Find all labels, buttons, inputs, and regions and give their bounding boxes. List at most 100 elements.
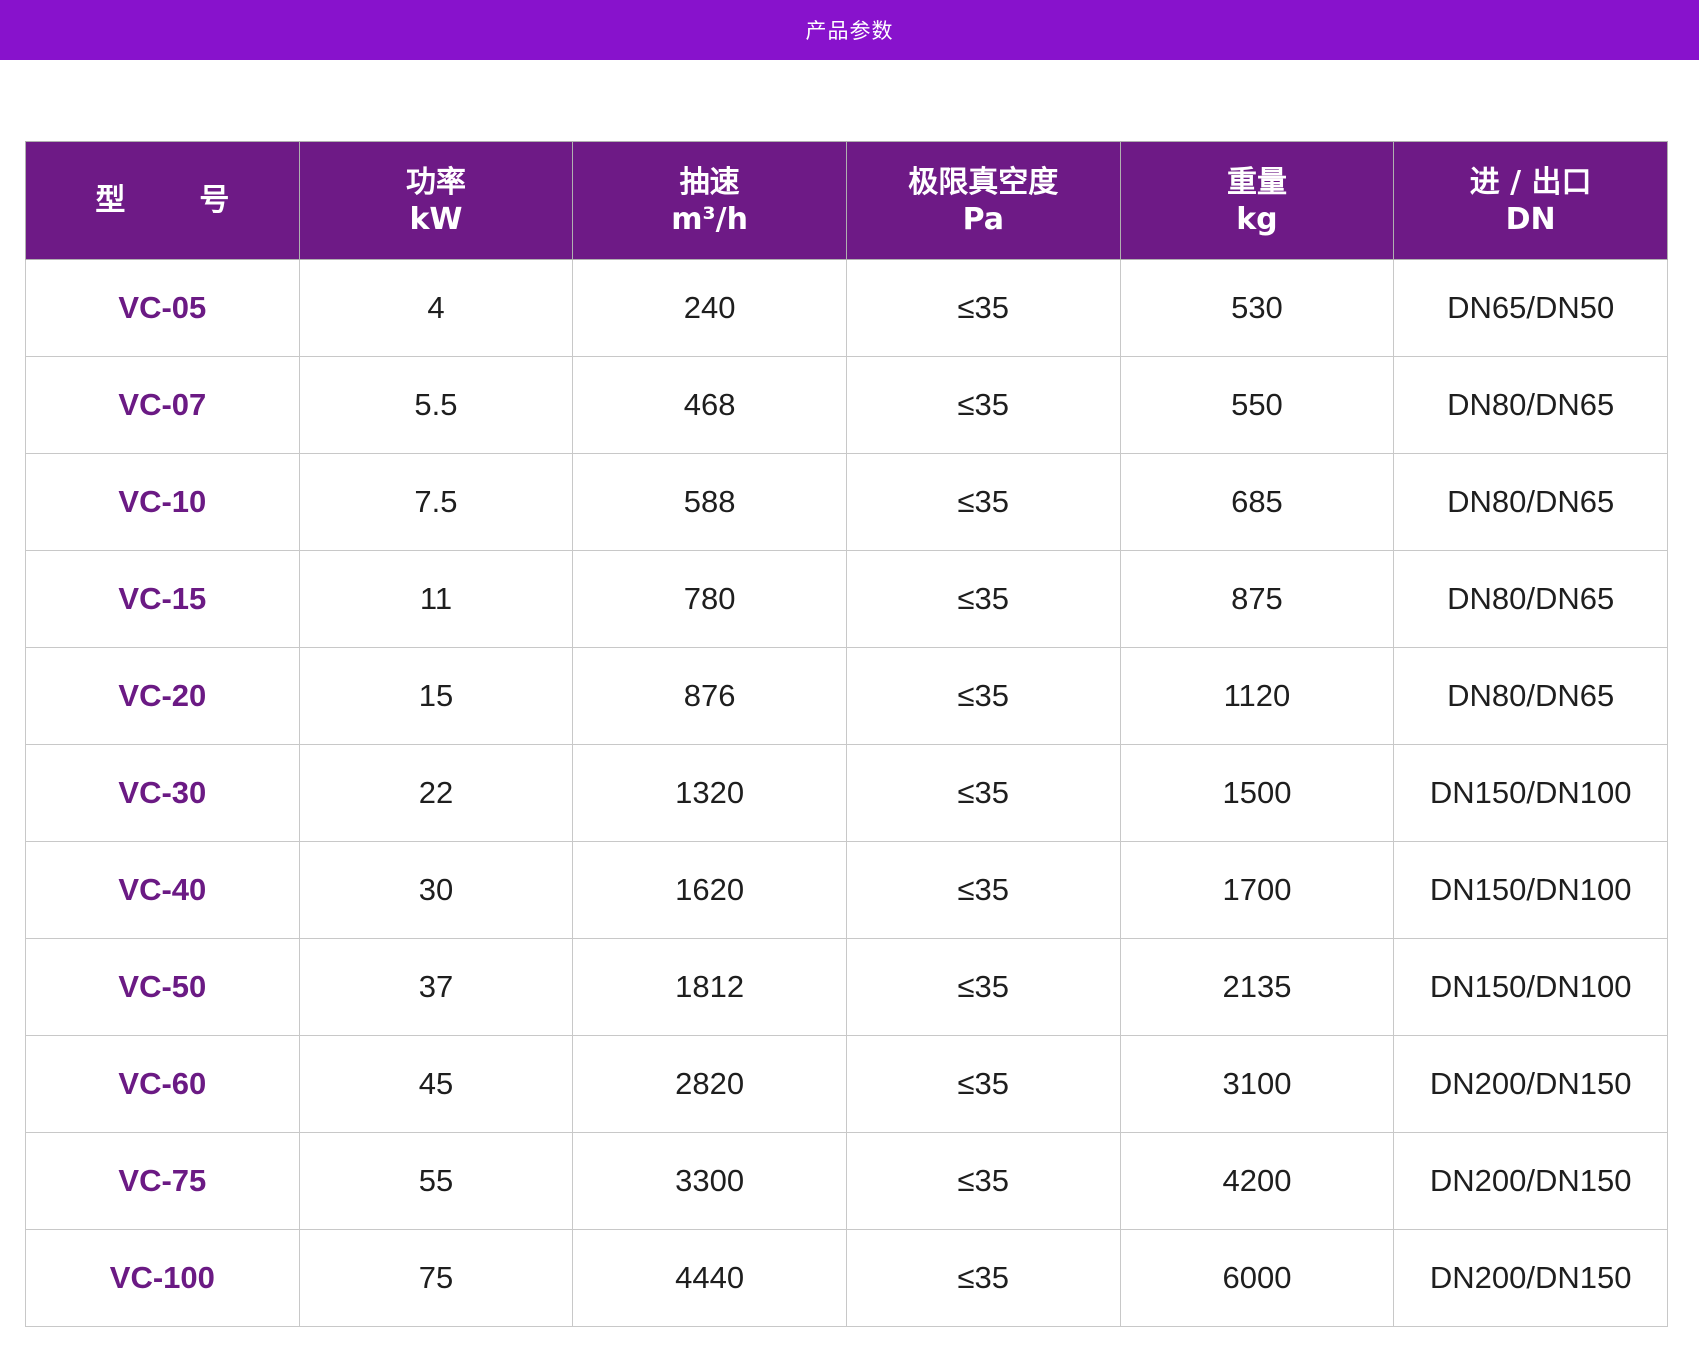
port-cell: DN150/DN100 xyxy=(1393,744,1668,842)
model-cell: VC-60 xyxy=(25,1035,300,1133)
vacuum-cell: ≤35 xyxy=(845,1035,1121,1133)
column-header-unit: kg xyxy=(1236,201,1278,237)
speed-cell: 1320 xyxy=(572,744,847,842)
speed-cell: 3300 xyxy=(572,1132,847,1230)
table-row: VC-10 7.5 588 ≤35 685 DN80/DN65 xyxy=(25,453,1668,551)
column-header-label: 抽速 xyxy=(679,164,740,200)
column-header-label: 型 号 xyxy=(95,183,252,218)
power-cell: 75 xyxy=(298,1229,574,1327)
table-row: VC-100 75 4440 ≤35 6000 DN200/DN150 xyxy=(25,1229,1668,1327)
speed-cell: 2820 xyxy=(572,1035,847,1133)
table-header-row: 型 号 功率 kW 抽速 m³/h 极限真空度 Pa 重量 kg 进 / 出口 … xyxy=(25,141,1668,260)
model-cell: VC-05 xyxy=(25,259,300,357)
weight-cell: 2135 xyxy=(1119,938,1395,1036)
model-cell: VC-40 xyxy=(25,841,300,939)
column-header-label: 重量 xyxy=(1226,164,1287,200)
column-header-inlet-outlet: 进 / 出口 DN xyxy=(1393,141,1668,260)
column-header-unit: DN xyxy=(1505,201,1556,237)
model-cell: VC-10 xyxy=(25,453,300,551)
table-body: VC-05 4 240 ≤35 530 DN65/DN50 VC-07 5.5 … xyxy=(25,259,1668,1327)
speed-cell: 240 xyxy=(572,259,847,357)
table-row: VC-15 11 780 ≤35 875 DN80/DN65 xyxy=(25,550,1668,648)
port-cell: DN80/DN65 xyxy=(1393,356,1668,454)
top-title-bar: 产品参数 xyxy=(0,0,1699,60)
product-spec-table: 型 号 功率 kW 抽速 m³/h 极限真空度 Pa 重量 kg 进 / 出口 … xyxy=(25,141,1668,1327)
model-cell: VC-20 xyxy=(25,647,300,745)
power-cell: 7.5 xyxy=(298,453,574,551)
speed-cell: 1812 xyxy=(572,938,847,1036)
column-header-unit: Pa xyxy=(962,201,1005,237)
table-row: VC-20 15 876 ≤35 1120 DN80/DN65 xyxy=(25,647,1668,745)
port-cell: DN80/DN65 xyxy=(1393,550,1668,648)
weight-cell: 1700 xyxy=(1119,841,1395,939)
power-cell: 37 xyxy=(298,938,574,1036)
table-row: VC-75 55 3300 ≤35 4200 DN200/DN150 xyxy=(25,1132,1668,1230)
weight-cell: 4200 xyxy=(1119,1132,1395,1230)
vacuum-cell: ≤35 xyxy=(845,453,1121,551)
power-cell: 15 xyxy=(298,647,574,745)
speed-cell: 1620 xyxy=(572,841,847,939)
model-cell: VC-07 xyxy=(25,356,300,454)
speed-cell: 876 xyxy=(572,647,847,745)
weight-cell: 875 xyxy=(1119,550,1395,648)
model-cell: VC-75 xyxy=(25,1132,300,1230)
port-cell: DN65/DN50 xyxy=(1393,259,1668,357)
power-cell: 22 xyxy=(298,744,574,842)
table-row: VC-60 45 2820 ≤35 3100 DN200/DN150 xyxy=(25,1035,1668,1133)
port-cell: DN200/DN150 xyxy=(1393,1035,1668,1133)
column-header-ultimate-vacuum: 极限真空度 Pa xyxy=(845,141,1121,260)
weight-cell: 1500 xyxy=(1119,744,1395,842)
vacuum-cell: ≤35 xyxy=(845,841,1121,939)
vacuum-cell: ≤35 xyxy=(845,647,1121,745)
table-header: 型 号 功率 kW 抽速 m³/h 极限真空度 Pa 重量 kg 进 / 出口 … xyxy=(25,141,1668,260)
table-row: VC-05 4 240 ≤35 530 DN65/DN50 xyxy=(25,259,1668,357)
weight-cell: 1120 xyxy=(1119,647,1395,745)
vacuum-cell: ≤35 xyxy=(845,744,1121,842)
vacuum-cell: ≤35 xyxy=(845,938,1121,1036)
vacuum-cell: ≤35 xyxy=(845,259,1121,357)
column-header-label: 极限真空度 xyxy=(908,164,1059,200)
power-cell: 55 xyxy=(298,1132,574,1230)
power-cell: 5.5 xyxy=(298,356,574,454)
column-header-label: 功率 xyxy=(405,164,466,200)
weight-cell: 6000 xyxy=(1119,1229,1395,1327)
port-cell: DN200/DN150 xyxy=(1393,1229,1668,1327)
column-header-pumping-speed: 抽速 m³/h xyxy=(572,141,847,260)
port-cell: DN200/DN150 xyxy=(1393,1132,1668,1230)
power-cell: 30 xyxy=(298,841,574,939)
column-header-label: 进 / 出口 xyxy=(1469,164,1592,200)
model-cell: VC-50 xyxy=(25,938,300,1036)
table-row: VC-40 30 1620 ≤35 1700 DN150/DN100 xyxy=(25,841,1668,939)
weight-cell: 3100 xyxy=(1119,1035,1395,1133)
port-cell: DN80/DN65 xyxy=(1393,647,1668,745)
column-header-model: 型 号 xyxy=(25,141,300,260)
page-title: 产品参数 xyxy=(805,19,894,43)
speed-cell: 588 xyxy=(572,453,847,551)
power-cell: 45 xyxy=(298,1035,574,1133)
vacuum-cell: ≤35 xyxy=(845,550,1121,648)
weight-cell: 530 xyxy=(1119,259,1395,357)
column-header-power: 功率 kW xyxy=(298,141,574,260)
port-cell: DN150/DN100 xyxy=(1393,938,1668,1036)
model-cell: VC-30 xyxy=(25,744,300,842)
vacuum-cell: ≤35 xyxy=(845,356,1121,454)
weight-cell: 550 xyxy=(1119,356,1395,454)
column-header-unit: kW xyxy=(409,201,463,237)
model-cell: VC-100 xyxy=(25,1229,300,1327)
table-row: VC-50 37 1812 ≤35 2135 DN150/DN100 xyxy=(25,938,1668,1036)
speed-cell: 468 xyxy=(572,356,847,454)
speed-cell: 780 xyxy=(572,550,847,648)
vacuum-cell: ≤35 xyxy=(845,1229,1121,1327)
port-cell: DN150/DN100 xyxy=(1393,841,1668,939)
table-row: VC-07 5.5 468 ≤35 550 DN80/DN65 xyxy=(25,356,1668,454)
weight-cell: 685 xyxy=(1119,453,1395,551)
model-cell: VC-15 xyxy=(25,550,300,648)
power-cell: 11 xyxy=(298,550,574,648)
port-cell: DN80/DN65 xyxy=(1393,453,1668,551)
speed-cell: 4440 xyxy=(572,1229,847,1327)
table-row: VC-30 22 1320 ≤35 1500 DN150/DN100 xyxy=(25,744,1668,842)
vacuum-cell: ≤35 xyxy=(845,1132,1121,1230)
column-header-unit: m³/h xyxy=(671,201,748,237)
power-cell: 4 xyxy=(298,259,574,357)
column-header-weight: 重量 kg xyxy=(1119,141,1395,260)
